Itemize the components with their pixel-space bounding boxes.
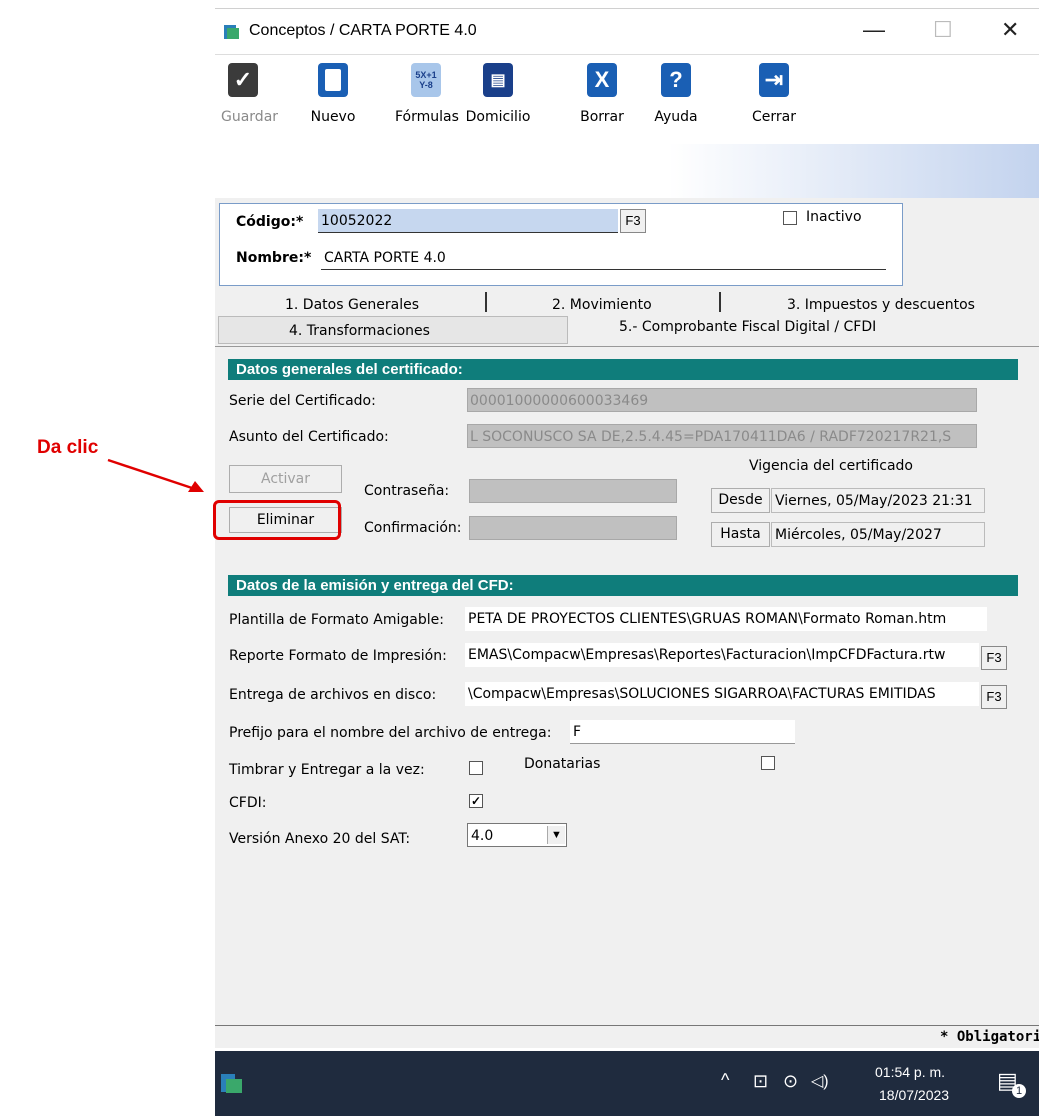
desde-label: Desde (711, 488, 770, 513)
reporte-label: Reporte Formato de Impresión: (229, 648, 447, 664)
asunto-label: Asunto del Certificado: (229, 429, 389, 445)
cert-section-header: Datos generales del certificado: (228, 359, 1018, 380)
ayuda-button[interactable]: ? Ayuda (653, 63, 699, 125)
nuevo-button[interactable]: Nuevo (310, 63, 356, 125)
cerrar-label: Cerrar (752, 109, 796, 125)
entrega-input[interactable]: \Compacw\Empresas\SOLUCIONES SIGARROA\FA… (465, 682, 979, 706)
hasta-value: Miércoles, 05/May/2027 (771, 522, 985, 547)
plantilla-input[interactable]: PETA DE PROYECTOS CLIENTES\GRUAS ROMAN\F… (465, 607, 987, 631)
taskbar-date[interactable]: 18/07/2023 (879, 1087, 949, 1103)
notification-count: 1 (1012, 1084, 1026, 1098)
cfdi-label: CFDI: (229, 795, 267, 811)
tab-impuestos[interactable]: 3. Impuestos y descuentos (787, 297, 975, 313)
volume-icon[interactable]: ◁) (811, 1071, 829, 1091)
donatarias-checkbox[interactable] (761, 756, 775, 770)
new-document-icon (318, 63, 348, 97)
hasta-label: Hasta (711, 522, 770, 547)
prefijo-input[interactable]: F (570, 720, 795, 744)
close-button[interactable]: ✕ (1001, 17, 1019, 43)
confirmacion-input[interactable] (469, 516, 677, 540)
annotation-label: Da clic (37, 437, 99, 458)
formulas-button[interactable]: 5X+1 Y-8 Fórmulas (395, 63, 459, 125)
serie-field: 00001000000600033469 (467, 388, 977, 412)
inactivo-checkbox[interactable] (783, 211, 797, 225)
status-bar (215, 1025, 1039, 1048)
desde-value: Viernes, 05/May/2023 21:31 (771, 488, 985, 513)
guardar-button[interactable]: ✓ Guardar (221, 63, 279, 125)
emision-section-header: Datos de la emisión y entrega del CFD: (228, 575, 1018, 596)
tab-datos-generales[interactable]: 1. Datos Generales (285, 297, 419, 313)
reporte-input[interactable]: EMAS\Compacw\Empresas\Reportes\Facturaci… (465, 643, 979, 667)
serie-label: Serie del Certificado: (229, 393, 376, 409)
taskbar: ^ ⊡ ⊙ ◁) 01:54 p. m. 18/07/2023 ▤ 1 (215, 1051, 1039, 1116)
activar-button[interactable]: Activar (229, 465, 342, 493)
highlight-box (213, 500, 341, 540)
domicilio-button[interactable]: ▤ Domicilio (462, 63, 534, 125)
contrasena-input[interactable] (469, 479, 677, 503)
gradient-banner (215, 144, 1039, 198)
meet-icon[interactable]: ⊙ (783, 1071, 798, 1092)
exit-door-icon: ⇥ (759, 63, 789, 97)
app-icon (224, 25, 239, 39)
taskbar-time[interactable]: 01:54 p. m. (875, 1064, 945, 1080)
domicilio-label: Domicilio (465, 109, 531, 125)
toolbar: ✓ Guardar Nuevo 5X+1 Y-8 Fórmulas ▤ Domic… (215, 54, 1039, 146)
timbrar-checkbox[interactable] (469, 761, 483, 775)
timbrar-label: Timbrar y Entregar a la vez: (229, 762, 425, 778)
version-label: Versión Anexo 20 del SAT: (229, 831, 411, 847)
entrega-label: Entrega de archivos en disco: (229, 687, 437, 703)
asunto-field: L SOCONUSCO SA DE,2.5.4.45=PDA170411DA6 … (467, 424, 977, 448)
codigo-label: Código:* (236, 214, 304, 230)
maximize-button[interactable]: ☐ (933, 17, 953, 43)
checkmark-icon: ✓ (228, 63, 258, 97)
formula-icon: 5X+1 Y-8 (411, 63, 441, 97)
borrar-button[interactable]: X Borrar (580, 63, 624, 125)
codigo-lookup-button[interactable]: F3 (620, 209, 646, 233)
cerrar-button[interactable]: ⇥ Cerrar (751, 63, 797, 125)
header-box: Código:* 10052022 F3 Inactivo Nombre:* C… (219, 203, 903, 286)
prefijo-label: Prefijo para el nombre del archivo de en… (229, 725, 552, 741)
obligatorio-note: * Obligatorio (940, 1029, 1039, 1045)
borrar-label: Borrar (580, 109, 624, 125)
guardar-label: Guardar (221, 109, 279, 125)
plantilla-label: Plantilla de Formato Amigable: (229, 612, 444, 628)
formulas-label: Fórmulas (395, 109, 459, 125)
window-title: Conceptos / CARTA PORTE 4.0 (249, 22, 477, 39)
vigencia-label: Vigencia del certificado (749, 458, 913, 474)
tab-divider (485, 292, 487, 312)
tab-movimiento[interactable]: 2. Movimiento (552, 297, 652, 313)
entrega-lookup-button[interactable]: F3 (981, 685, 1007, 709)
cfdi-checkbox[interactable]: ✓ (469, 794, 483, 808)
inactivo-label: Inactivo (806, 209, 862, 225)
tab-divider (719, 292, 721, 312)
tab-cfdi[interactable]: 5.- Comprobante Fiscal Digital / CFDI (619, 319, 876, 335)
address-book-icon: ▤ (483, 63, 513, 97)
network-icon[interactable]: ⊡ (753, 1071, 768, 1092)
chevron-down-icon[interactable]: ▼ (547, 826, 565, 844)
annotation-arrow (107, 458, 204, 492)
nombre-input[interactable]: CARTA PORTE 4.0 (321, 246, 886, 270)
reporte-lookup-button[interactable]: F3 (981, 646, 1007, 670)
donatarias-label: Donatarias (524, 756, 601, 772)
delete-x-icon: X (587, 63, 617, 97)
contrasena-label: Contraseña: (364, 483, 450, 499)
tab-transformaciones[interactable]: 4. Transformaciones (289, 323, 430, 339)
confirmacion-label: Confirmación: (364, 520, 462, 536)
codigo-input[interactable]: 10052022 (318, 209, 618, 233)
title-bar: Conceptos / CARTA PORTE 4.0 — ☐ ✕ (215, 8, 1039, 55)
help-icon: ? (661, 63, 691, 97)
ayuda-label: Ayuda (654, 109, 698, 125)
app-taskbar-icon[interactable] (219, 1070, 245, 1096)
chevron-up-icon[interactable]: ^ (721, 1070, 729, 1091)
nombre-label: Nombre:* (236, 250, 312, 266)
minimize-button[interactable]: — (863, 17, 885, 43)
nuevo-label: Nuevo (310, 109, 356, 125)
